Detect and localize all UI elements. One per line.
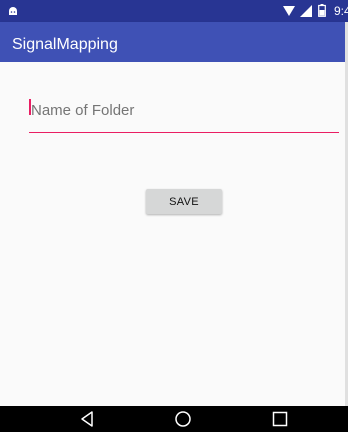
content-area: SAVE: [0, 62, 348, 406]
recents-icon[interactable]: [271, 410, 289, 428]
save-button[interactable]: SAVE: [146, 189, 222, 214]
status-bar: 9:42: [0, 0, 348, 22]
navigation-bar: [0, 406, 348, 432]
screen: 9:42 SignalMapping SAVE: [0, 0, 348, 432]
folder-name-input[interactable]: [29, 89, 339, 133]
back-icon[interactable]: [78, 410, 96, 428]
app-bar: SignalMapping: [0, 22, 348, 62]
app-title: SignalMapping: [12, 36, 118, 53]
home-icon[interactable]: [174, 410, 192, 428]
android-icon: [9, 7, 17, 15]
wifi-icon: [283, 6, 295, 16]
signal-icon: [300, 5, 312, 17]
text-cursor: [29, 99, 31, 115]
battery-icon: [318, 4, 326, 17]
status-clock: 9:42: [334, 4, 348, 18]
